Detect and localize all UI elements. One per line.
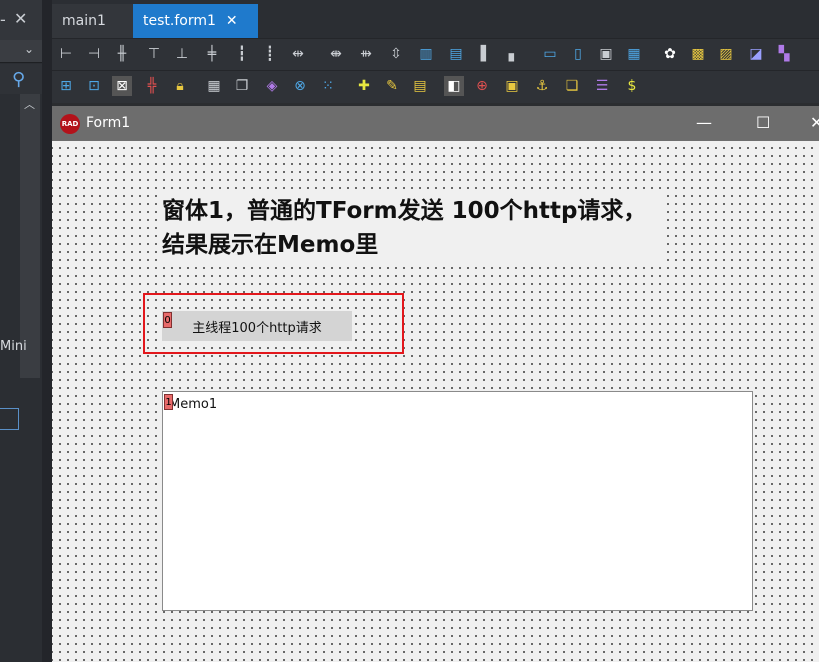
grid-snap-icon[interactable]: ▚ xyxy=(774,44,794,64)
snap-icon[interactable]: ◪ xyxy=(746,44,766,64)
select-child-icon[interactable]: ⊡ xyxy=(84,76,104,96)
send-to-back-icon[interactable]: ▨ xyxy=(716,44,736,64)
left-panel-dropdown[interactable]: ⌄ xyxy=(0,40,42,63)
layers-icon[interactable]: ❏ xyxy=(562,76,582,96)
panel-close-icon[interactable]: ✕ xyxy=(14,9,27,28)
delete-icon[interactable]: ⊗ xyxy=(290,76,310,96)
taborder-badge: 1 xyxy=(164,394,173,410)
make-same-size-icon[interactable]: ▣ xyxy=(596,44,616,64)
button-label: 主线程100个http请求 xyxy=(192,320,322,336)
splitter[interactable] xyxy=(42,0,52,662)
search-icon[interactable]: ⚲ xyxy=(12,69,25,90)
center-h-window-icon[interactable]: ▌ xyxy=(476,44,496,64)
money-icon[interactable]: $ xyxy=(622,76,642,96)
align-to-grid-icon[interactable]: ✿ xyxy=(660,44,680,64)
space-increase-h-icon[interactable]: ┋ xyxy=(260,44,280,64)
left-panel-item-label: Mini xyxy=(0,339,27,354)
form-design-canvas[interactable]: 窗体1，普通的TForm发送 100个http请求， 结果展示在Memo里 主线… xyxy=(52,141,819,662)
size-to-grid-icon[interactable]: ▦ xyxy=(624,44,644,64)
align-right-icon[interactable]: ⊣ xyxy=(84,44,104,64)
space-equal-h-icon[interactable]: ┇ xyxy=(232,44,252,64)
tab-label: test.form1 xyxy=(143,13,216,29)
form-titlebar: RAD Form1 — ☐ ✕ xyxy=(52,106,819,141)
lock-controls-icon[interactable]: 🔒︎ xyxy=(170,76,190,96)
left-panel-input[interactable] xyxy=(0,408,19,430)
space-increase-v-icon[interactable]: ⇳ xyxy=(386,44,406,64)
heading-label[interactable]: 窗体1，普通的TForm发送 100个http请求， 结果展示在Memo里 xyxy=(162,194,662,262)
left-panel-scrollbar[interactable]: ︿ xyxy=(20,94,40,378)
component-icon[interactable]: ✚ xyxy=(354,76,374,96)
taborder-badge: 0 xyxy=(163,312,172,328)
minimize-icon[interactable]: — xyxy=(696,113,712,132)
left-panel-header: - ✕ xyxy=(0,0,42,41)
form-view-icon[interactable]: ◧ xyxy=(444,76,464,96)
edit-toolbar: ⊞ ⊡ ⊠ ╬ 🔒︎ ▦ ❐ ◈ ⊗ ⁙ ✚ ✎ ▤ ◧ ⊕ ▣ ⚓︎ ❏ ☰ … xyxy=(52,70,819,103)
chevron-up-icon[interactable]: ︿ xyxy=(24,96,35,112)
tab-test-form1[interactable]: test.form1 ✕ xyxy=(133,4,258,38)
bring-to-front-icon[interactable]: ▩ xyxy=(688,44,708,64)
align-bottom-icon[interactable]: ⊥ xyxy=(172,44,192,64)
wand-icon[interactable]: ✎ xyxy=(382,76,402,96)
stack-icon[interactable]: ☰ xyxy=(592,76,612,96)
close-icon[interactable]: ✕ xyxy=(226,13,238,29)
memo1[interactable]: Memo1 xyxy=(162,391,753,611)
close-icon[interactable]: ✕ xyxy=(810,113,819,132)
make-same-height-icon[interactable]: ▯ xyxy=(568,44,588,64)
image-icon[interactable]: ▣ xyxy=(502,76,522,96)
heading-line-1: 窗体1，普通的TForm发送 100个http请求， xyxy=(162,198,647,224)
memo-text: Memo1 xyxy=(169,397,218,412)
send-requests-button[interactable]: 主线程100个http请求 xyxy=(162,311,352,341)
align-middle-icon[interactable]: ╪ xyxy=(202,44,222,64)
grid-icon[interactable]: ▦ xyxy=(204,76,224,96)
space-remove-v-icon[interactable]: ▤ xyxy=(446,44,466,64)
maximize-icon[interactable]: ☐ xyxy=(756,113,770,132)
tab-label: main1 xyxy=(62,13,106,29)
space-decrease-h-icon[interactable]: ⇹ xyxy=(288,44,308,64)
chevron-down-icon[interactable]: ⌄ xyxy=(24,42,34,56)
select-parent-icon[interactable]: ⊠ xyxy=(112,76,132,96)
component-list-icon[interactable]: ▤ xyxy=(410,76,430,96)
panel-minimize-icon[interactable]: - xyxy=(0,10,6,29)
left-panel: - ✕ ⌄ ⚲ ︿ Mini xyxy=(0,0,42,662)
align-left-icon[interactable]: ⊢ xyxy=(56,44,76,64)
space-decrease-v-icon[interactable]: ▥ xyxy=(416,44,436,64)
align-top-icon[interactable]: ⊤ xyxy=(144,44,164,64)
help-icon[interactable]: ⊕ xyxy=(472,76,492,96)
copy-icon[interactable]: ❐ xyxy=(232,76,252,96)
paste-icon[interactable]: ◈ xyxy=(262,76,282,96)
align-center-h-icon[interactable]: ╫ xyxy=(112,44,132,64)
tab-order-icon[interactable]: ╬ xyxy=(142,76,162,96)
anchor-icon[interactable]: ⚓︎ xyxy=(532,76,552,96)
select-all-icon[interactable]: ⊞ xyxy=(56,76,76,96)
space-remove-h-icon[interactable]: ⇼ xyxy=(326,44,346,64)
form-caption: Form1 xyxy=(86,115,131,131)
align-toolbar: ⊢ ⊣ ╫ ⊤ ⊥ ╪ ┇ ┋ ⇹ ⇼ ⇻ ⇳ ▥ ▤ ▌ ▖ ▭ ▯ ▣ ▦ … xyxy=(52,38,819,71)
left-panel-search[interactable]: ⚲ xyxy=(0,64,42,94)
make-same-width-icon[interactable]: ▭ xyxy=(540,44,560,64)
center-v-window-icon[interactable]: ▖ xyxy=(504,44,524,64)
space-equal-v-icon[interactable]: ⇻ xyxy=(356,44,376,64)
dots-icon[interactable]: ⁙ xyxy=(318,76,338,96)
heading-line-2: 结果展示在Memo里 xyxy=(162,232,379,258)
rad-logo-icon: RAD xyxy=(60,114,80,134)
editor-tabs: main1 test.form1 ✕ xyxy=(52,0,819,38)
